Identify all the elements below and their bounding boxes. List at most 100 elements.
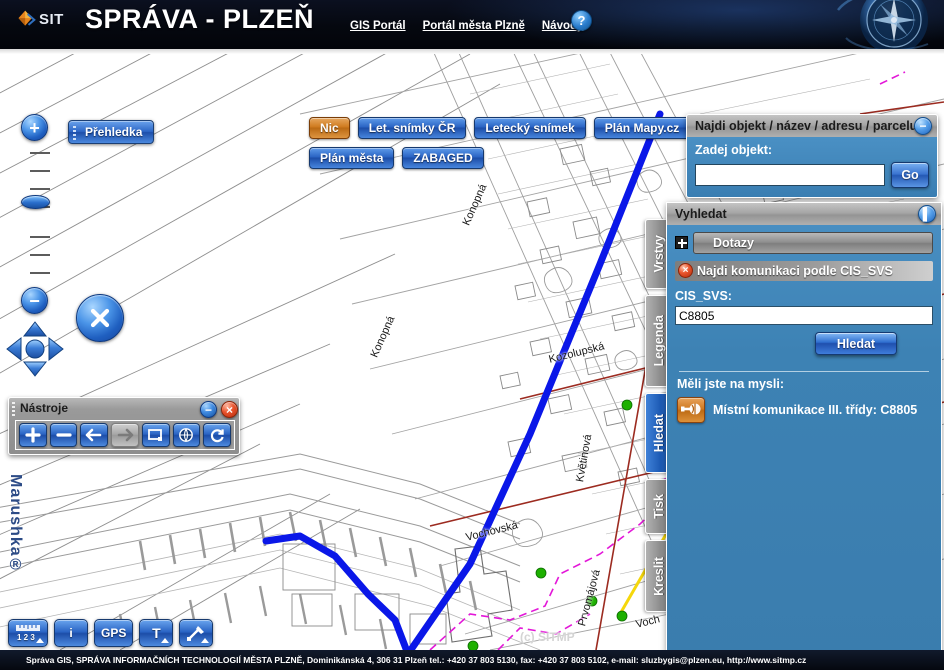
tool-zoom-out-button[interactable] <box>49 423 78 447</box>
pan-up-icon <box>22 321 48 337</box>
search-panel-body: Dotazy × Najdi komunikaci podle CIS_SVS … <box>667 225 941 430</box>
map-canvas[interactable]: Konopná Konopná Kozolupská Květinová Voc… <box>0 54 944 650</box>
measure-tool-button[interactable]: 1 2 3 <box>8 619 48 647</box>
overview-toggle-label: Přehledka <box>85 125 143 139</box>
tools-panel-title: Nástroje <box>20 401 69 415</box>
gis-application: SIT SPRÁVA - PLZEŇ GIS Portál Portál měs… <box>0 0 944 670</box>
header-link-city-portal[interactable]: Portál města Plzně <box>423 20 525 32</box>
query-item-cis-svs[interactable]: × Najdi komunikaci podle CIS_SVS <box>675 261 933 281</box>
query-item-label: Najdi komunikaci podle CIS_SVS <box>697 264 893 278</box>
accordion-dotazy-label: Dotazy <box>713 236 754 250</box>
cis-svs-field-label: CIS_SVS: <box>675 289 732 303</box>
text-tool-label: T <box>152 625 161 641</box>
close-x-icon <box>90 308 110 328</box>
map-credit: (c) SITMP <box>520 630 575 644</box>
tool-forward-button <box>111 423 139 447</box>
layer-buttons-row-1: Nic Let. snímky ČR Letecký snímek Plán M… <box>309 117 691 139</box>
tools-panel-minimize-button[interactable]: − <box>200 401 217 418</box>
chevron-up-icon <box>36 638 44 643</box>
drag-grip-icon <box>12 402 15 416</box>
close-x-button[interactable] <box>76 294 124 342</box>
minus-icon <box>55 433 72 437</box>
drag-grip-icon <box>73 126 76 140</box>
brand-logo[interactable]: SIT <box>16 9 64 29</box>
pan-right-icon <box>48 336 64 362</box>
pan-left-icon <box>6 336 22 362</box>
find-object-panel-title: Najdi objekt / název / adresu / parcelu <box>695 119 918 133</box>
pan-control <box>6 321 64 377</box>
header-link-gis-portal[interactable]: GIS Portál <box>350 20 406 32</box>
text-tool-button[interactable]: T <box>139 619 174 647</box>
overview-toggle-button[interactable]: Přehledka <box>68 120 155 144</box>
search-panel-header: Vyhledat ▌ <box>667 203 941 225</box>
pan-center-icon <box>25 339 45 359</box>
find-object-minimize-button[interactable]: − <box>914 117 932 135</box>
layer-button-letecky-snimek[interactable]: Letecký snímek <box>474 117 586 139</box>
expand-plus-icon[interactable] <box>675 236 688 249</box>
search-submit-row: Hledat <box>675 332 933 355</box>
zoom-slider-track[interactable] <box>30 144 50 286</box>
find-object-input-row: Go <box>695 162 929 188</box>
svg-text:1 2 3: 1 2 3 <box>17 633 35 642</box>
side-tab-hledat-label: Hledat <box>652 413 666 453</box>
arrow-left-icon <box>85 428 102 442</box>
arrow-right-icon <box>117 428 134 442</box>
search-panel: Vyhledat ▌ Dotazy × Najdi komunikaci pod… <box>666 202 942 650</box>
gps-tool-button[interactable]: GPS <box>94 619 134 647</box>
zoom-control: + − <box>18 114 52 314</box>
search-submit-button[interactable]: Hledat <box>815 332 897 355</box>
zoom-out-button[interactable]: − <box>21 287 48 314</box>
layer-button-plan-mesta[interactable]: Plán města <box>309 147 395 169</box>
layer-button-let-snimky-cr[interactable]: Let. snímky ČR <box>357 117 467 139</box>
search-panel-title: Vyhledat <box>675 207 727 221</box>
zoom-in-button[interactable]: + <box>21 114 48 141</box>
side-tab-legenda-label: Legenda <box>652 315 666 367</box>
header-links: GIS Portál Portál města Plzně Návody <box>350 20 583 32</box>
tools-panel[interactable]: Nástroje − × <box>8 397 240 455</box>
tool-rectangle-select-button[interactable] <box>141 423 170 447</box>
tool-refresh-button[interactable] <box>203 423 232 447</box>
help-button[interactable]: ? <box>571 10 592 31</box>
marushka-watermark: Marushka® <box>7 474 24 575</box>
sit-diamond-icon <box>18 10 36 26</box>
app-footer: Správa GIS, SPRÁVA INFORMAČNÍCH TECHNOLO… <box>0 650 944 670</box>
footer-text: Správa GIS, SPRÁVA INFORMAČNÍCH TECHNOLO… <box>26 655 807 665</box>
info-tool-button[interactable]: i <box>54 619 88 647</box>
chevron-up-icon <box>161 638 170 643</box>
page-title: SPRÁVA - PLZEŇ <box>85 4 315 34</box>
find-object-go-button[interactable]: Go <box>891 162 929 188</box>
find-object-panel-header: Najdi objekt / název / adresu / parcelu … <box>687 115 937 137</box>
zoom-slider-thumb[interactable] <box>21 195 50 209</box>
find-object-panel-body: Zadej objekt: Go <box>687 137 937 197</box>
pan-down-icon <box>22 361 48 377</box>
find-object-input[interactable] <box>695 164 885 186</box>
plus-icon <box>25 427 41 443</box>
search-panel-toggle-button[interactable]: ▌ <box>918 205 936 223</box>
compass-rose-icon <box>837 0 929 49</box>
suggestion-title: Měli jste na mysli: <box>677 377 784 391</box>
tool-globe-button[interactable] <box>172 423 201 447</box>
suggestion-result-item[interactable]: Místní komunikace III. třídy: C8805 <box>677 397 933 423</box>
side-tab-tisk-label: Tisk <box>652 494 666 519</box>
globe-icon <box>179 428 194 443</box>
accordion-dotazy[interactable]: Dotazy <box>675 232 933 254</box>
layer-buttons-row-2: Plán města ZABAGED <box>309 147 484 169</box>
layer-button-plan-mapy-cz[interactable]: Plán Mapy.cz <box>593 117 691 139</box>
cis-svs-input[interactable] <box>675 306 933 325</box>
chevron-up-icon <box>201 638 210 643</box>
refresh-icon <box>211 429 224 443</box>
remove-query-icon[interactable]: × <box>678 263 693 278</box>
side-tab-kreslit-label: Kreslit <box>652 556 666 596</box>
suggestion-result-label: Místní komunikace III. třídy: C8805 <box>713 403 918 417</box>
brand-logo-text: SIT <box>39 10 64 28</box>
map-bottom-toolbar: 1 2 3 i GPS T <box>8 619 214 647</box>
layer-button-nic[interactable]: Nic <box>309 117 350 139</box>
layer-button-zabaged[interactable]: ZABAGED <box>402 147 484 169</box>
rectangle-select-icon <box>148 428 163 441</box>
tools-button-strip <box>15 420 235 450</box>
tool-zoom-in-button[interactable] <box>19 423 47 447</box>
tool-back-button[interactable] <box>80 423 109 447</box>
tools-panel-close-button[interactable]: × <box>221 401 238 418</box>
edit-vertex-tool-button[interactable] <box>179 619 214 647</box>
find-object-field-label: Zadej objekt: <box>695 143 773 157</box>
